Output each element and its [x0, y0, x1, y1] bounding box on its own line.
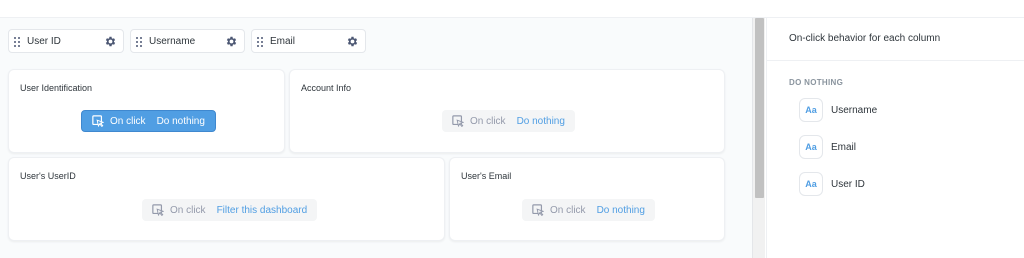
on-click-label: On click: [110, 115, 146, 127]
sidebar-section-heading: DO NOTHING: [789, 78, 844, 87]
sidebar-divider: [767, 60, 1024, 61]
drag-handle-icon[interactable]: [136, 37, 142, 47]
vertical-scrollbar[interactable]: [752, 18, 765, 258]
sidebar-item-email[interactable]: Aa Email: [799, 135, 999, 159]
top-bar: [0, 0, 1024, 18]
text-type-icon: Aa: [799, 172, 823, 196]
click-behavior-button[interactable]: On click Do nothing: [442, 110, 575, 132]
drag-handle-icon[interactable]: [257, 37, 263, 47]
text-type-icon: Aa: [799, 98, 823, 122]
dashboard-card-users-email[interactable]: User's Email On click Do nothing: [449, 157, 725, 241]
click-action-label: Do nothing: [516, 115, 565, 127]
sidebar-title: On-click behavior for each column: [789, 33, 941, 44]
column-chip-email[interactable]: Email: [251, 29, 366, 53]
column-chip-user-id[interactable]: User ID: [8, 29, 124, 53]
click-cursor-icon: [92, 115, 104, 127]
column-chip-label: Username: [149, 36, 196, 47]
card-title: User Identification: [20, 83, 93, 93]
gear-icon[interactable]: [346, 35, 359, 48]
sidebar-item-username[interactable]: Aa Username: [799, 98, 999, 122]
dashboard-card-account-info[interactable]: Account Info On click Do nothing: [289, 69, 725, 153]
click-behavior-button[interactable]: On click Do nothing: [81, 110, 216, 132]
column-chip-username[interactable]: Username: [130, 29, 245, 53]
click-cursor-icon: [452, 115, 464, 127]
card-title: Account Info: [301, 83, 352, 93]
column-chip-label: User ID: [27, 36, 61, 47]
dashboard-card-users-userid[interactable]: User's UserID On click Filter this dashb…: [8, 157, 445, 241]
on-click-label: On click: [470, 115, 506, 127]
sidebar-item-label: User ID: [831, 178, 865, 190]
click-action-label: Filter this dashboard: [216, 204, 308, 216]
sidebar-item-user-id[interactable]: Aa User ID: [799, 172, 999, 196]
sidebar-item-label: Email: [831, 141, 857, 153]
gear-icon[interactable]: [104, 35, 117, 48]
click-behavior-sidebar: On-click behavior for each column DO NOT…: [766, 18, 1024, 258]
on-click-label: On click: [550, 204, 586, 216]
click-action-label: Do nothing: [156, 115, 205, 127]
click-behavior-button[interactable]: On click Filter this dashboard: [142, 199, 318, 221]
click-cursor-icon: [152, 204, 164, 216]
dashboard-card-user-identification[interactable]: User Identification On click Do nothing: [8, 69, 285, 153]
click-cursor-icon: [532, 204, 544, 216]
on-click-label: On click: [170, 204, 206, 216]
gear-icon[interactable]: [225, 35, 238, 48]
scrollbar-thumb[interactable]: [755, 18, 764, 198]
dashboard-canvas: User ID Username Email User Identificati…: [0, 18, 752, 258]
sidebar-item-label: Username: [831, 104, 878, 116]
column-chip-label: Email: [270, 36, 296, 47]
card-title: User's Email: [461, 171, 512, 181]
drag-handle-icon[interactable]: [14, 37, 20, 47]
click-behavior-button[interactable]: On click Do nothing: [522, 199, 655, 221]
text-type-icon: Aa: [799, 135, 823, 159]
card-title: User's UserID: [20, 171, 76, 181]
click-action-label: Do nothing: [596, 204, 645, 216]
